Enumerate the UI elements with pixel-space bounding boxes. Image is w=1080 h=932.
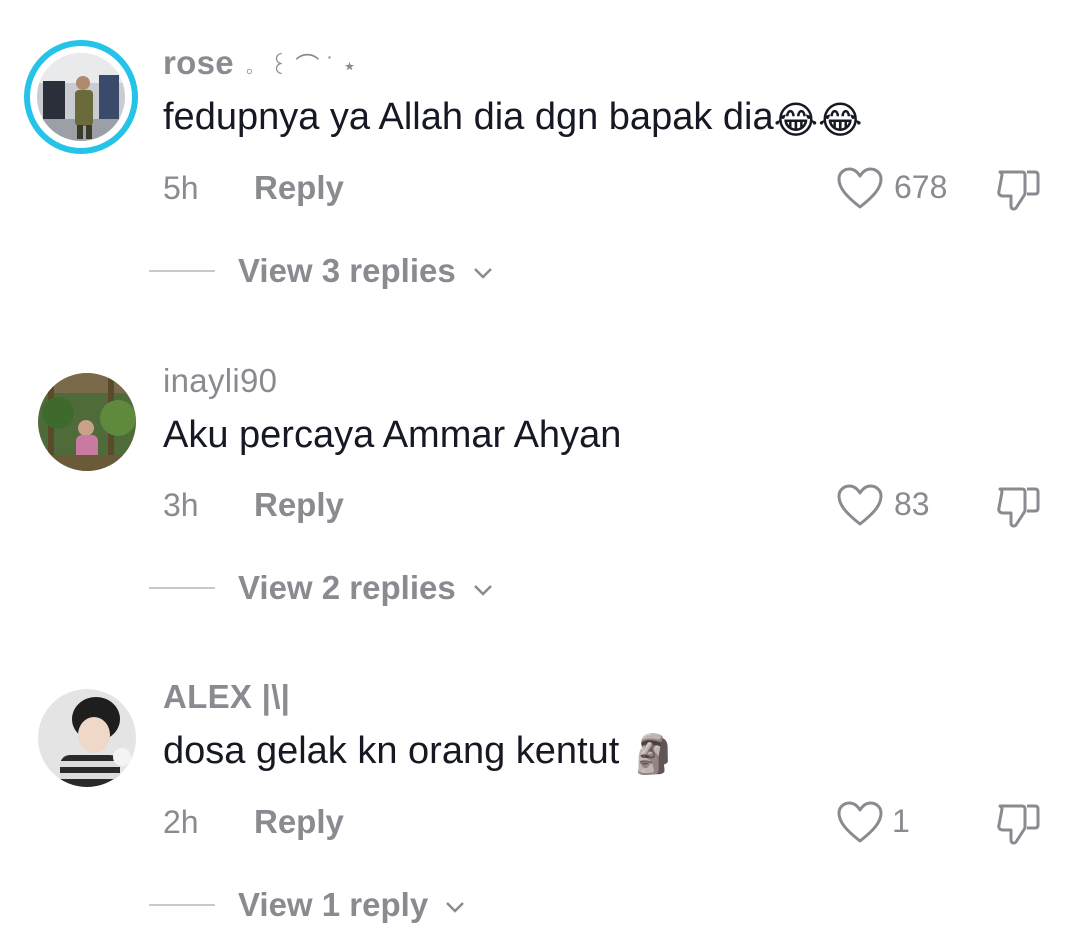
view-replies-button[interactable]: View 3 replies (238, 252, 493, 290)
chevron-down-icon (446, 902, 465, 914)
like-button[interactable] (836, 483, 884, 527)
comment-timestamp: 2h (163, 804, 199, 840)
comment-timestamp: 3h (163, 487, 199, 523)
username-decoration: 。 ꒰ ⌒ ˙ ⋆ (243, 53, 358, 80)
comment-text: dosa gelak kn orang kentut 🗿 (163, 730, 678, 776)
avatar[interactable] (38, 689, 136, 787)
avatar-image (38, 689, 136, 787)
heart-outline-icon (837, 484, 883, 526)
reply-button[interactable]: Reply (254, 169, 344, 207)
like-count: 1 (892, 803, 910, 839)
view-replies-button[interactable]: View 2 replies (238, 569, 493, 607)
thumbs-down-outline-icon (997, 804, 1040, 845)
comment-timestamp: 5h (163, 170, 199, 206)
heart-outline-icon (837, 801, 883, 843)
like-button[interactable] (836, 800, 884, 844)
comment-username[interactable]: rose 。 ꒰ ⌒ ˙ ⋆ (163, 44, 357, 82)
dislike-button[interactable] (994, 164, 1044, 212)
avatar[interactable] (38, 373, 136, 471)
comment-username[interactable]: ALEX |\| (163, 678, 290, 716)
comment-text: Aku percaya Ammar Ahyan (163, 414, 622, 456)
thumbs-down-outline-icon (997, 487, 1040, 528)
view-replies-button[interactable]: View 1 reply (238, 886, 465, 924)
like-count: 83 (894, 486, 930, 522)
replies-divider (149, 587, 215, 589)
like-count: 678 (894, 169, 948, 205)
chevron-down-icon (473, 268, 492, 280)
replies-divider (149, 270, 215, 272)
dislike-button[interactable] (994, 481, 1044, 529)
comment-emoji: 🗿 (629, 734, 678, 776)
chevron-down-icon (473, 585, 492, 597)
avatar-image (38, 373, 136, 471)
heart-outline-icon (837, 167, 883, 209)
avatar-image (37, 53, 125, 141)
thumbs-down-outline-icon (997, 170, 1040, 211)
comment-username[interactable]: inayli90 (163, 362, 277, 400)
replies-divider (149, 904, 215, 906)
comment-emoji: 😂😂 (773, 100, 863, 142)
reply-button[interactable]: Reply (254, 486, 344, 524)
avatar[interactable] (24, 40, 138, 154)
reply-button[interactable]: Reply (254, 803, 344, 841)
dislike-button[interactable] (994, 798, 1044, 846)
like-button[interactable] (836, 166, 884, 210)
comment-text: fedupnya ya Allah dia dgn bapak dia😂😂 (163, 96, 863, 142)
